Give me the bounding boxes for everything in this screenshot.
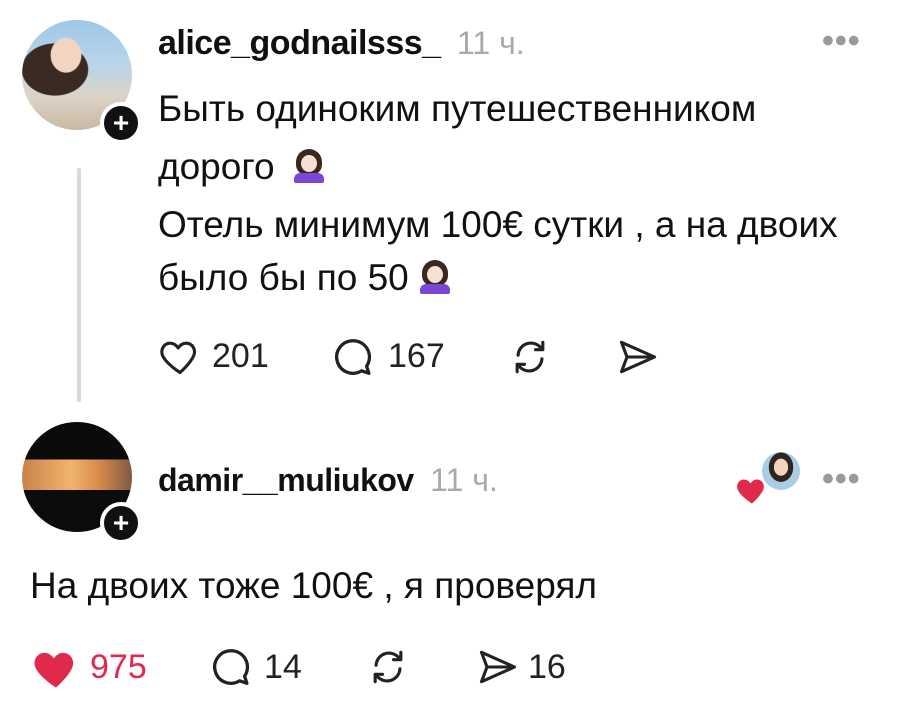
like-button[interactable] — [158, 334, 202, 378]
shrug-emoji — [293, 149, 325, 183]
like-count: 201 — [212, 337, 269, 375]
more-icon[interactable]: ••• — [822, 460, 861, 499]
username[interactable]: damir__muliukov — [158, 462, 414, 498]
comment-icon — [213, 649, 250, 685]
comment-button[interactable] — [208, 644, 254, 695]
repost-icon — [515, 340, 545, 374]
timestamp: 11 ч. — [430, 462, 498, 498]
repost-icon — [373, 650, 403, 684]
thread-line — [77, 168, 81, 402]
repost-button[interactable] — [508, 335, 552, 384]
shrug-emoji — [419, 260, 451, 294]
more-icon[interactable]: ••• — [822, 22, 861, 61]
liked-by-author-heart-icon — [734, 472, 770, 513]
follow-plus-icon[interactable]: + — [100, 502, 142, 544]
post-text-line: было бы по 50 — [158, 257, 409, 298]
comment-count: 167 — [388, 337, 445, 375]
share-icon — [479, 650, 517, 684]
share-button[interactable] — [476, 645, 520, 694]
comment-button[interactable] — [330, 334, 376, 385]
comment-text: На двоих тоже 100€ , я проверял — [30, 565, 597, 606]
like-button[interactable] — [30, 642, 82, 699]
share-icon — [619, 340, 657, 374]
comment-count: 14 — [264, 648, 302, 686]
timestamp: 11 ч. — [457, 25, 525, 61]
share-button[interactable] — [616, 335, 660, 384]
post-text-line: Отель минимум 100€ сутки , а на двоих — [158, 204, 838, 245]
follow-plus-icon[interactable]: + — [100, 102, 142, 144]
comment-icon — [335, 339, 372, 375]
share-count: 16 — [528, 648, 566, 686]
like-count: 975 — [90, 648, 147, 686]
heart-icon — [34, 652, 74, 688]
repost-button[interactable] — [366, 645, 410, 694]
username[interactable]: alice_godnailsss_ — [158, 24, 441, 62]
post-text-line: дорого — [158, 146, 275, 187]
heart-icon — [160, 341, 197, 375]
post-text-line: Быть одиноким путешественником — [158, 88, 757, 129]
